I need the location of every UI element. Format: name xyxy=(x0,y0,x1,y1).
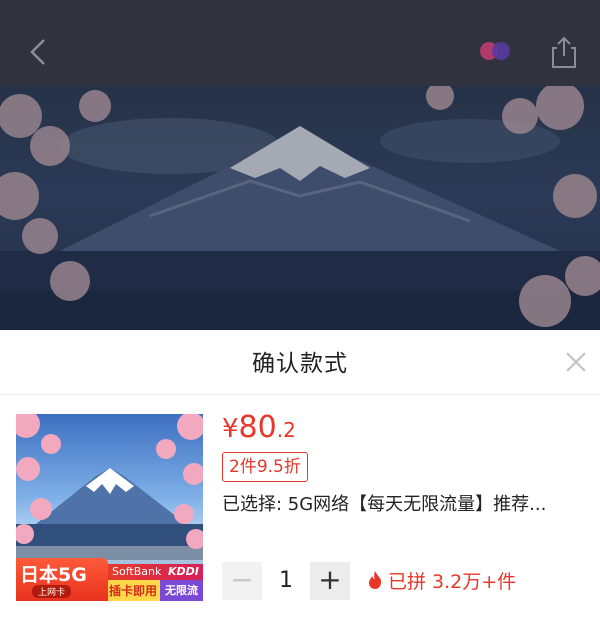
promo-badge: 2件9.5折 xyxy=(222,452,308,482)
confirm-style-sheet: 确认款式 日本5G 上网卡 SoftBank KDDI 插卡即用 无限流 ¥80… xyxy=(0,330,600,622)
product-thumbnail[interactable]: 日本5G 上网卡 SoftBank KDDI 插卡即用 无限流量 xyxy=(16,414,203,601)
price-integer: 80 xyxy=(238,410,277,445)
close-icon xyxy=(566,352,586,372)
carrier-brands: SoftBank KDDI xyxy=(108,564,203,580)
sheet-title: 确认款式 xyxy=(252,351,348,377)
quantity-increase-button[interactable]: + xyxy=(310,562,350,600)
share-button[interactable] xyxy=(548,34,580,70)
feature-unlimited-data: 无限流量 xyxy=(160,580,203,601)
japan-5g-badge: 日本5G 上网卡 xyxy=(16,558,108,601)
group-buy-text: 已拼 3.2万+件 xyxy=(388,571,517,593)
feature-plug-and-use: 插卡即用 xyxy=(109,584,158,598)
back-button[interactable] xyxy=(22,32,58,72)
selected-variant-text[interactable]: 已选择: 5G网络【每天无限流量】推荐... xyxy=(222,490,582,516)
share-icon xyxy=(552,36,576,68)
flame-icon xyxy=(369,571,382,589)
feature-strip: 插卡即用 无限流量 xyxy=(108,580,203,601)
quantity-decrease-button[interactable]: − xyxy=(222,562,262,600)
group-buy-count: 已拼 3.2万+件 xyxy=(366,567,516,594)
background-page xyxy=(0,0,600,330)
badge-sub-text: 上网卡 xyxy=(32,585,72,598)
price-decimal: .2 xyxy=(276,418,296,442)
quantity-value[interactable]: 1 xyxy=(266,562,306,600)
product-price: ¥80.2 xyxy=(222,410,296,445)
price-currency: ¥ xyxy=(222,414,239,444)
chevron-left-icon xyxy=(30,39,45,65)
badge-main-text: 日本5G xyxy=(20,564,87,586)
brand-dots-icon xyxy=(478,41,512,61)
close-button[interactable] xyxy=(562,348,590,376)
kddi-logo: KDDI xyxy=(168,565,199,578)
sheet-header: 确认款式 xyxy=(0,330,600,395)
softbank-logo: SoftBank xyxy=(112,565,162,578)
